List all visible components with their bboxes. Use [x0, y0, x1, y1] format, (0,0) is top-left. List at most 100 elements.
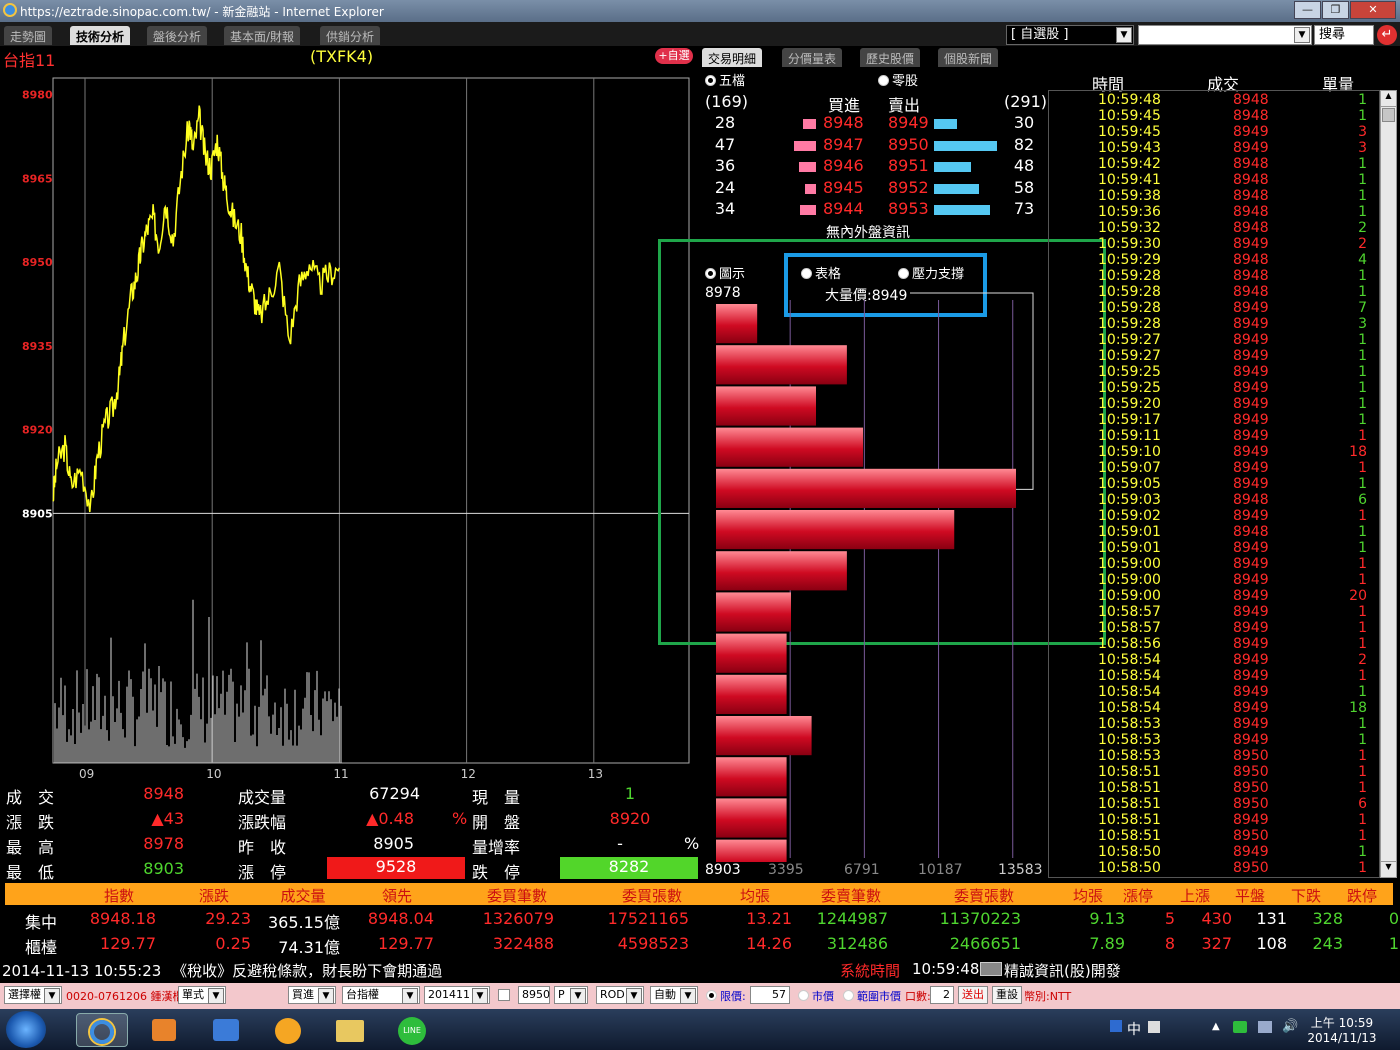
tick-row[interactable]: 10:59:36 8948 1 [1049, 204, 1379, 220]
tick-row[interactable]: 10:59:28 8949 7 [1049, 300, 1379, 316]
condition-select[interactable]: ROD ▼ [596, 986, 644, 1004]
tick-row[interactable]: 10:58:50 8950 1 [1049, 860, 1379, 876]
tray-expand-icon[interactable]: ▲ [1212, 1021, 1220, 1032]
strike-input[interactable]: 8950 [518, 986, 550, 1004]
tick-row[interactable]: 10:59:10 8949 18 [1049, 444, 1379, 460]
tick-row[interactable]: 10:58:57 8949 1 [1049, 620, 1379, 636]
scroll-thumb[interactable] [1382, 108, 1395, 122]
tick-row[interactable]: 10:59:07 8949 1 [1049, 460, 1379, 476]
tick-row[interactable]: 10:59:00 8949 1 [1049, 572, 1379, 588]
ask-price[interactable]: 8949 [888, 113, 929, 133]
messenger-icon[interactable] [262, 1013, 314, 1047]
media-player-icon[interactable] [138, 1013, 190, 1047]
tick-row[interactable]: 10:59:20 8949 1 [1049, 396, 1379, 412]
add-favorite-button[interactable]: +自選 [655, 48, 693, 64]
network-icon[interactable] [1258, 1021, 1272, 1033]
volume-icon[interactable]: 🔊 [1282, 1019, 1298, 1034]
tick-row[interactable]: 10:58:51 8949 1 [1049, 812, 1379, 828]
tick-row[interactable]: 10:58:54 8949 1 [1049, 684, 1379, 700]
scroll-up-icon[interactable]: ▲ [1381, 91, 1396, 107]
side-select[interactable]: 買進 ▼ [288, 986, 336, 1004]
tick-row[interactable]: 10:58:57 8949 1 [1049, 604, 1379, 620]
checkbox[interactable] [498, 989, 510, 1001]
tick-row[interactable]: 10:58:51 8950 1 [1049, 764, 1379, 780]
tick-row[interactable]: 10:59:48 8948 1 [1049, 92, 1379, 108]
tick-row[interactable]: 10:58:53 8950 1 [1049, 748, 1379, 764]
cp-select[interactable]: P ▼ [554, 986, 588, 1004]
tick-row[interactable]: 10:58:54 8949 18 [1049, 700, 1379, 716]
scroll-down-icon[interactable]: ▼ [1381, 861, 1396, 877]
clock-time[interactable]: 上午 10:59 [1302, 1014, 1382, 1031]
tick-row[interactable]: 10:59:41 8948 1 [1049, 172, 1379, 188]
mode-support[interactable]: 壓力支撐 [898, 263, 964, 282]
tab-price-volume[interactable]: 分價量表 [782, 48, 843, 67]
search-go-icon[interactable]: ↵ [1377, 25, 1397, 45]
tick-list[interactable]: 10:59:48 8948 1 10:59:45 8948 1 10:59:45 8949 3 1… [1048, 90, 1380, 878]
tick-row[interactable]: 10:59:42 8948 1 [1049, 156, 1379, 172]
tick-row[interactable]: 10:58:56 8949 1 [1049, 636, 1379, 652]
tick-row[interactable]: 10:58:50 8949 1 [1049, 844, 1379, 860]
maximize-button[interactable]: ❐ [1322, 1, 1349, 19]
mode-odd-lot[interactable]: 零股 [878, 70, 918, 89]
tick-row[interactable]: 10:59:17 8949 1 [1049, 412, 1379, 428]
limit-price-input[interactable]: 57 [750, 986, 790, 1004]
ask-price[interactable]: 8950 [888, 135, 929, 155]
bid-price[interactable]: 8946 [823, 156, 864, 176]
tick-row[interactable]: 10:58:51 8950 6 [1049, 796, 1379, 812]
order-type-select[interactable]: 單式 ▼ [178, 986, 226, 1004]
tab-trend[interactable]: 走勢圖 [4, 26, 53, 45]
explorer-icon[interactable] [324, 1013, 376, 1047]
app-icon[interactable] [200, 1013, 252, 1047]
tab-after-hours[interactable]: 盤後分析 [147, 26, 208, 45]
tick-row[interactable]: 10:59:30 8949 2 [1049, 236, 1379, 252]
mode-table[interactable]: 表格 [801, 263, 841, 282]
close-button[interactable]: ✕ [1350, 1, 1396, 19]
tick-row[interactable]: 10:58:54 8949 1 [1049, 668, 1379, 684]
tick-row[interactable]: 10:59:27 8949 1 [1049, 348, 1379, 364]
tick-row[interactable]: 10:59:01 8948 1 [1049, 524, 1379, 540]
news-item[interactable]: 2014-11-13 10:55:23 《稅收》反避稅條款，財長盼下會期通過 [2, 960, 442, 981]
bid-price[interactable]: 8944 [823, 199, 864, 219]
bid-price[interactable]: 8947 [823, 135, 864, 155]
tick-scrollbar[interactable]: ▲ ▼ [1380, 90, 1397, 878]
tick-row[interactable]: 10:59:43 8949 3 [1049, 140, 1379, 156]
tick-row[interactable]: 10:59:32 8948 2 [1049, 220, 1379, 236]
ask-price[interactable]: 8953 [888, 199, 929, 219]
range-market-option[interactable]: 範圍市價 [843, 988, 901, 1004]
bid-price[interactable]: 8948 [823, 113, 864, 133]
tick-row[interactable]: 10:59:11 8949 1 [1049, 428, 1379, 444]
watchlist-select[interactable]: [ 自選股 ] ▼ [1006, 25, 1134, 45]
tick-row[interactable]: 10:59:25 8949 1 [1049, 364, 1379, 380]
mode-five-level[interactable]: 五檔 [705, 70, 745, 89]
keyboard-icon[interactable] [1110, 1020, 1122, 1032]
tick-row[interactable]: 10:59:45 8949 3 [1049, 124, 1379, 140]
market-price-option[interactable]: 市價 [798, 988, 834, 1004]
tick-row[interactable]: 10:59:03 8948 6 [1049, 492, 1379, 508]
tick-row[interactable]: 10:58:54 8949 2 [1049, 652, 1379, 668]
tick-row[interactable]: 10:59:01 8949 1 [1049, 540, 1379, 556]
reset-button[interactable]: 重設 [992, 986, 1022, 1004]
search-input[interactable]: 搜尋 [1314, 25, 1374, 45]
clock-date[interactable]: 2014/11/13 [1302, 1031, 1382, 1045]
ask-price[interactable]: 8951 [888, 156, 929, 176]
tab-history[interactable]: 歷史股價 [860, 48, 921, 67]
ask-price[interactable]: 8952 [888, 178, 929, 198]
tick-row[interactable]: 10:59:00 8949 1 [1049, 556, 1379, 572]
tab-fundamentals[interactable]: 基本面/財報 [224, 26, 301, 45]
tab-news[interactable]: 個股新聞 [938, 48, 999, 67]
limit-price-option[interactable]: 限價: [706, 988, 746, 1004]
tray-line-icon[interactable] [1233, 1021, 1247, 1033]
tick-row[interactable]: 10:59:28 8949 3 [1049, 316, 1379, 332]
tick-row[interactable]: 10:59:38 8948 1 [1049, 188, 1379, 204]
month-select[interactable]: 201411 ▼ [424, 986, 490, 1004]
product-select[interactable]: 台指權 ▼ [342, 986, 420, 1004]
tick-row[interactable]: 10:59:29 8948 4 [1049, 252, 1379, 268]
tab-trade-detail[interactable]: 交易明細 [702, 48, 763, 67]
minimize-button[interactable]: — [1294, 1, 1321, 19]
auto-select[interactable]: 自動 ▼ [650, 986, 698, 1004]
tick-row[interactable]: 10:58:53 8949 1 [1049, 716, 1379, 732]
tick-row[interactable]: 10:59:25 8949 1 [1049, 380, 1379, 396]
send-button[interactable]: 送出 [958, 986, 988, 1004]
bid-price[interactable]: 8945 [823, 178, 864, 198]
tick-row[interactable]: 10:59:45 8948 1 [1049, 108, 1379, 124]
